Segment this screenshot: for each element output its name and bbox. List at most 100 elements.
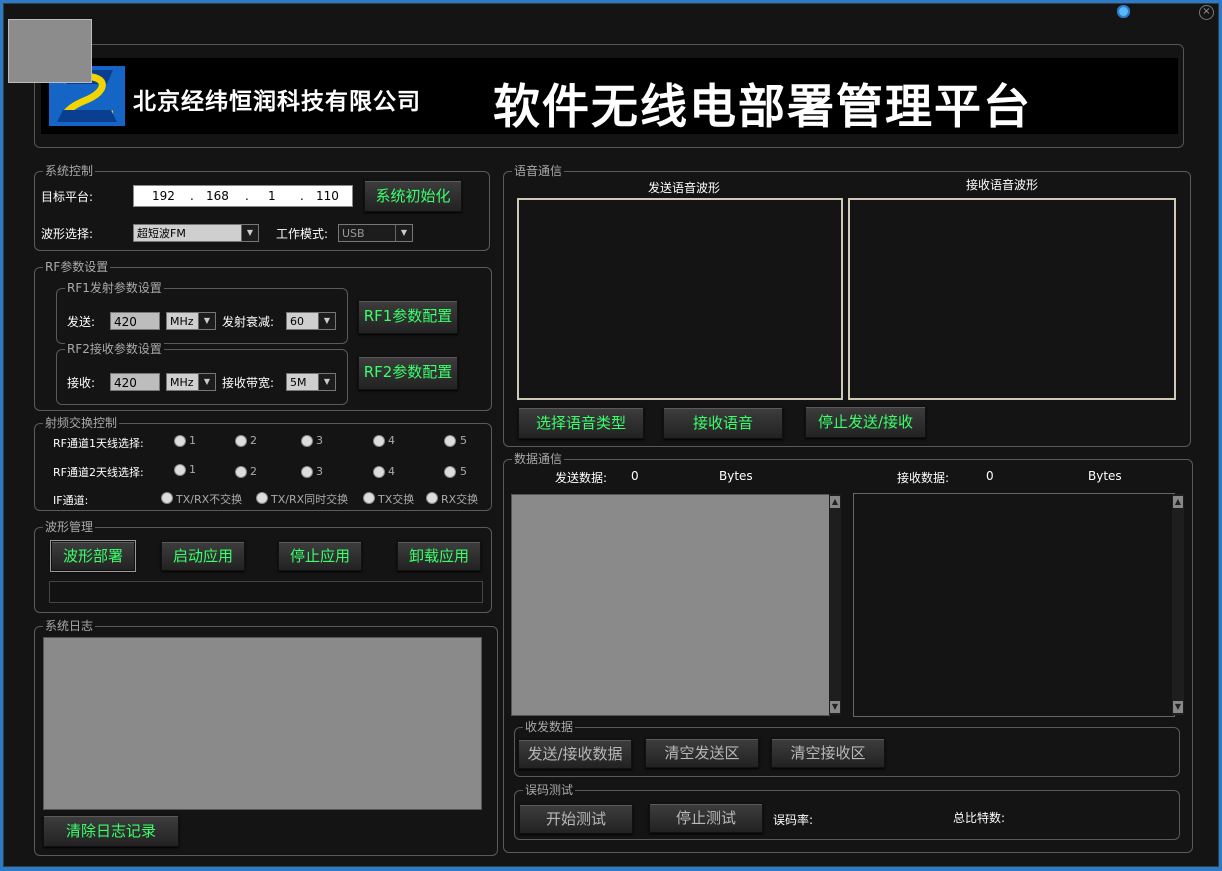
ip-octet-4: 110: [316, 189, 339, 203]
recv-freq-label: 接收:: [67, 376, 96, 390]
scroll-up-icon[interactable]: ▲: [1173, 496, 1183, 508]
work-mode-select[interactable]: USB ▼: [338, 224, 413, 242]
recv-waveform-display: [848, 198, 1176, 400]
ip-octet-2: 168: [206, 189, 229, 203]
target-platform-label: 目标平台:: [41, 190, 94, 204]
ch1-antenna-1-label: 1: [189, 434, 196, 447]
ch2-antenna-3-radio[interactable]: [301, 466, 313, 478]
rf-ch2-label: RF通道2天线选择:: [53, 466, 144, 479]
ber-test-legend: 误码测试: [523, 783, 576, 797]
waveform-select-label: 波形选择:: [41, 227, 94, 241]
start-test-button[interactable]: 开始测试: [519, 804, 633, 834]
work-mode-value: USB: [342, 227, 365, 240]
chevron-down-icon[interactable]: ▼: [198, 313, 215, 329]
recv-unit-value: MHz: [170, 376, 194, 389]
company-name: 北京经纬恒润科技有限公司: [133, 89, 421, 115]
waveform-select[interactable]: 超短波FM ▼: [133, 224, 259, 242]
recv-data-unit: Bytes: [1088, 469, 1122, 483]
recv-data-count: 0: [986, 469, 994, 483]
send-data-count: 0: [631, 469, 639, 483]
ch2-antenna-4-label: 4: [388, 465, 395, 478]
recv-data-label: 接收数据:: [897, 471, 950, 485]
stop-send-receive-button[interactable]: 停止发送/接收: [805, 406, 926, 438]
data-comm-legend: 数据通信: [512, 452, 565, 466]
app-icon[interactable]: [1117, 5, 1130, 18]
if-tx-swap-radio[interactable]: [363, 492, 375, 504]
deploy-progress-bar: [49, 581, 483, 603]
app-title: 软件无线电部署管理平台: [493, 80, 1032, 135]
rf2-legend: RF2接收参数设置: [65, 342, 164, 356]
if-rx-swap-radio[interactable]: [426, 492, 438, 504]
chevron-down-icon[interactable]: ▼: [198, 374, 215, 390]
ch1-antenna-2-radio[interactable]: [235, 435, 247, 447]
ch2-antenna-5-radio[interactable]: [444, 466, 456, 478]
if-both-swap-radio[interactable]: [256, 492, 268, 504]
if-no-swap-label: TX/RX不交换: [176, 493, 243, 506]
receive-voice-button[interactable]: 接收语音: [663, 407, 783, 439]
stop-test-button[interactable]: 停止测试: [649, 803, 763, 833]
if-rx-swap-label: RX交换: [441, 493, 479, 506]
send-data-textarea[interactable]: [511, 494, 830, 716]
if-channel-label: IF通道:: [53, 494, 89, 507]
ch2-antenna-2-radio[interactable]: [235, 466, 247, 478]
ip-octet-3: 1: [268, 189, 276, 203]
ch1-antenna-1-radio[interactable]: [174, 435, 186, 447]
ch1-antenna-3-radio[interactable]: [301, 435, 313, 447]
ch1-antenna-4-radio[interactable]: [373, 435, 385, 447]
recv-unit-select[interactable]: MHz ▼: [166, 373, 216, 391]
ch1-antenna-2-label: 2: [250, 434, 257, 447]
if-no-swap-radio[interactable]: [161, 492, 173, 504]
rf2-config-button[interactable]: RF2参数配置: [358, 356, 458, 390]
rf-switch-legend: 射频交换控制: [43, 416, 120, 430]
stop-app-button[interactable]: 停止应用: [278, 541, 362, 571]
system-init-button[interactable]: 系统初始化: [364, 180, 462, 212]
atten-value: 60: [290, 315, 304, 328]
send-unit-select[interactable]: MHz ▼: [166, 312, 216, 330]
clear-send-area-button[interactable]: 清空发送区: [645, 738, 759, 768]
ch2-antenna-2-label: 2: [250, 465, 257, 478]
start-app-button[interactable]: 启动应用: [161, 541, 245, 571]
chevron-down-icon[interactable]: ▼: [318, 374, 335, 390]
close-icon[interactable]: ×: [1199, 5, 1214, 20]
deploy-waveform-button[interactable]: 波形部署: [50, 540, 136, 572]
if-tx-swap-label: TX交换: [378, 493, 415, 506]
atten-label: 发射衰减:: [222, 315, 275, 329]
ch2-antenna-4-radio[interactable]: [373, 466, 385, 478]
ip-octet-1: 192: [152, 189, 175, 203]
chevron-down-icon[interactable]: ▼: [395, 225, 412, 241]
chevron-down-icon[interactable]: ▼: [241, 225, 258, 241]
system-log-textarea[interactable]: [43, 637, 482, 810]
ip-address-input[interactable]: 192 . 168 . 1 . 110: [133, 185, 353, 207]
clear-recv-area-button[interactable]: 清空接收区: [771, 738, 885, 768]
scroll-down-icon[interactable]: ▼: [1173, 701, 1183, 713]
bandwidth-label: 接收带宽:: [222, 376, 275, 390]
window-thumbnail: [8, 19, 92, 83]
chevron-down-icon[interactable]: ▼: [318, 313, 335, 329]
unload-app-button[interactable]: 卸载应用: [397, 541, 481, 571]
recv-data-scrollbar[interactable]: ▲ ▼: [1172, 494, 1184, 715]
ch1-antenna-4-label: 4: [388, 434, 395, 447]
voice-comm-legend: 语音通信: [512, 164, 565, 178]
atten-select[interactable]: 60 ▼: [286, 312, 336, 330]
ch1-antenna-5-radio[interactable]: [444, 435, 456, 447]
recv-data-textarea[interactable]: [853, 493, 1175, 717]
work-mode-label: 工作模式:: [276, 227, 329, 241]
send-waveform-display: [517, 198, 843, 400]
bandwidth-select[interactable]: 5M ▼: [286, 373, 336, 391]
recv-freq-input[interactable]: 420: [110, 373, 160, 391]
scroll-down-icon[interactable]: ▼: [830, 701, 840, 713]
clear-log-button[interactable]: 清除日志记录: [43, 815, 179, 847]
send-freq-label: 发送:: [67, 315, 96, 329]
send-data-scrollbar[interactable]: ▲ ▼: [829, 494, 841, 715]
send-data-unit: Bytes: [719, 469, 753, 483]
waveform-mgmt-legend: 波形管理: [43, 520, 96, 534]
rf-ch1-label: RF通道1天线选择:: [53, 437, 144, 450]
send-freq-input[interactable]: 420: [110, 312, 160, 330]
ch2-antenna-1-label: 1: [189, 463, 196, 476]
scroll-up-icon[interactable]: ▲: [830, 496, 840, 508]
bandwidth-value: 5M: [290, 376, 307, 389]
rf1-config-button[interactable]: RF1参数配置: [358, 300, 458, 334]
send-receive-data-button[interactable]: 发送/接收数据: [518, 739, 632, 769]
ch2-antenna-1-radio[interactable]: [174, 464, 186, 476]
select-voice-type-button[interactable]: 选择语音类型: [518, 407, 644, 439]
